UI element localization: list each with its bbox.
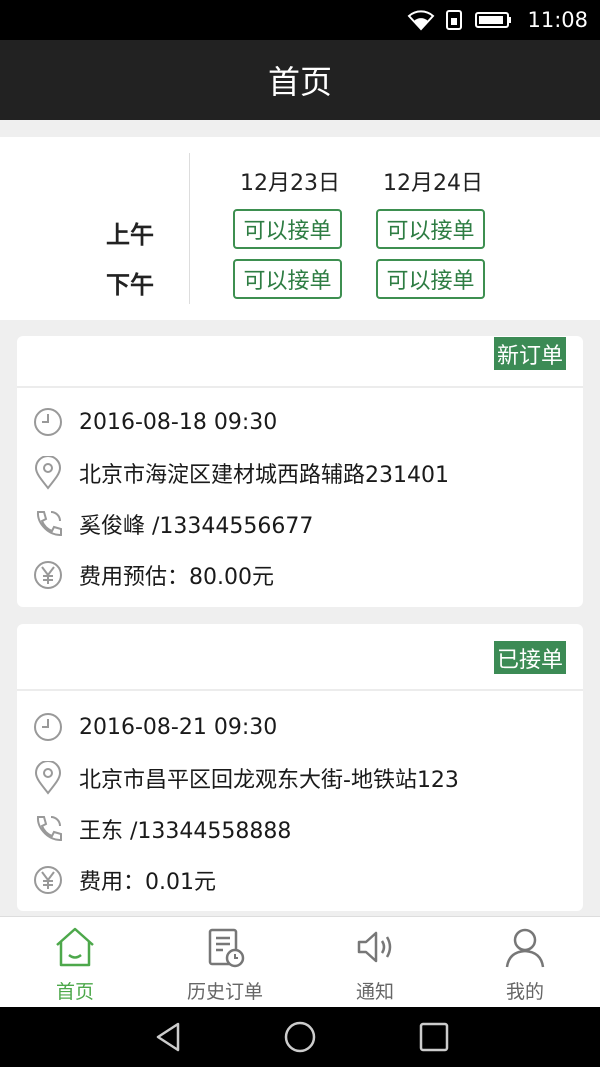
location-pin-icon: [31, 761, 65, 795]
title-bar: 首页: [0, 40, 600, 120]
location-pin-icon: [31, 456, 65, 490]
tab-label: 通知: [355, 981, 394, 1003]
system-nav-bar: [0, 1007, 600, 1067]
phone-icon[interactable]: [31, 507, 65, 541]
sim-icon: [446, 10, 463, 30]
slot-button-afternoon-day1[interactable]: 可以接单: [233, 259, 342, 299]
slot-button-morning-day2[interactable]: 可以接单: [376, 209, 485, 249]
order-fee-row: 费用预估：80.00元: [17, 550, 583, 600]
order-status-badge: 新订单: [493, 337, 566, 370]
home-icon: [56, 927, 94, 967]
order-contact-row: 奚俊峰 /13344556677: [17, 499, 583, 549]
schedule-divider: [189, 153, 190, 304]
order-time-row: 2016-08-21 09:30: [17, 702, 583, 752]
back-icon[interactable]: [150, 1019, 186, 1055]
order-time-row: 2016-08-18 09:30: [17, 397, 583, 447]
order-fee: 费用预估：80.00元: [79, 565, 274, 590]
page-title: 首页: [267, 63, 332, 101]
tab-history-orders[interactable]: 历史订单: [150, 917, 300, 1008]
schedule-period-morning: 上午: [106, 221, 154, 249]
schedule-date-1: 12月23日: [240, 171, 340, 196]
order-status-badge: 已接单: [493, 641, 566, 674]
order-contact: 奚俊峰 /13344556677: [79, 514, 314, 539]
clock-icon: [31, 710, 65, 744]
order-contact: 王东 /13344558888: [79, 819, 292, 844]
phone-icon[interactable]: [31, 812, 65, 846]
speaker-icon: [357, 931, 392, 963]
recents-icon[interactable]: [416, 1019, 452, 1055]
yuan-icon: [31, 863, 65, 897]
status-icons: 11:08: [407, 0, 588, 40]
schedule-period-afternoon: 下午: [106, 271, 154, 299]
order-contact-row: 王东 /13344558888: [17, 804, 583, 854]
order-address-row: 北京市昌平区回龙观东大街-地铁站123: [17, 753, 583, 803]
yuan-icon: [31, 558, 65, 592]
schedule-panel: 12月23日 12月24日 上午 下午 可以接单 可以接单 可以接单 可以接单: [0, 137, 600, 320]
tab-notifications[interactable]: 通知: [300, 917, 450, 1008]
tab-label: 历史订单: [186, 981, 263, 1003]
tab-home[interactable]: 首页: [0, 917, 150, 1008]
status-bar: 11:08: [0, 0, 600, 40]
order-card[interactable]: 新订单 2016-08-18 09:30 北京市海淀区建材城西路辅路231401…: [17, 336, 583, 607]
order-address: 北京市昌平区回龙观东大街-地铁站123: [79, 768, 459, 793]
tab-label: 我的: [505, 981, 544, 1003]
history-orders-icon: [208, 928, 245, 968]
order-fee: 费用：0.01元: [79, 870, 216, 895]
order-card-header: 新订单: [17, 336, 583, 388]
slot-button-afternoon-day2[interactable]: 可以接单: [376, 259, 485, 299]
order-time: 2016-08-18 09:30: [79, 409, 278, 435]
bottom-tab-bar: 首页 历史订单 通知 我的: [0, 916, 600, 1007]
battery-icon: [475, 12, 512, 28]
order-address-row: 北京市海淀区建材城西路辅路231401: [17, 448, 583, 498]
tab-profile[interactable]: 我的: [450, 917, 600, 1008]
tab-label: 首页: [55, 981, 94, 1003]
order-card-header: 已接单: [17, 624, 583, 691]
order-address: 北京市海淀区建材城西路辅路231401: [79, 463, 449, 488]
person-icon: [505, 928, 545, 968]
home-circle-icon[interactable]: [282, 1019, 318, 1055]
clock-icon: [31, 405, 65, 439]
status-time: 11:08: [527, 8, 588, 32]
order-card[interactable]: 已接单 2016-08-21 09:30 北京市昌平区回龙观东大街-地铁站123…: [17, 624, 583, 911]
wifi-icon: [408, 10, 435, 31]
schedule-date-2: 12月24日: [383, 171, 483, 196]
order-time: 2016-08-21 09:30: [79, 714, 278, 740]
order-fee-row: 费用：0.01元: [17, 855, 583, 905]
slot-button-morning-day1[interactable]: 可以接单: [233, 209, 342, 249]
